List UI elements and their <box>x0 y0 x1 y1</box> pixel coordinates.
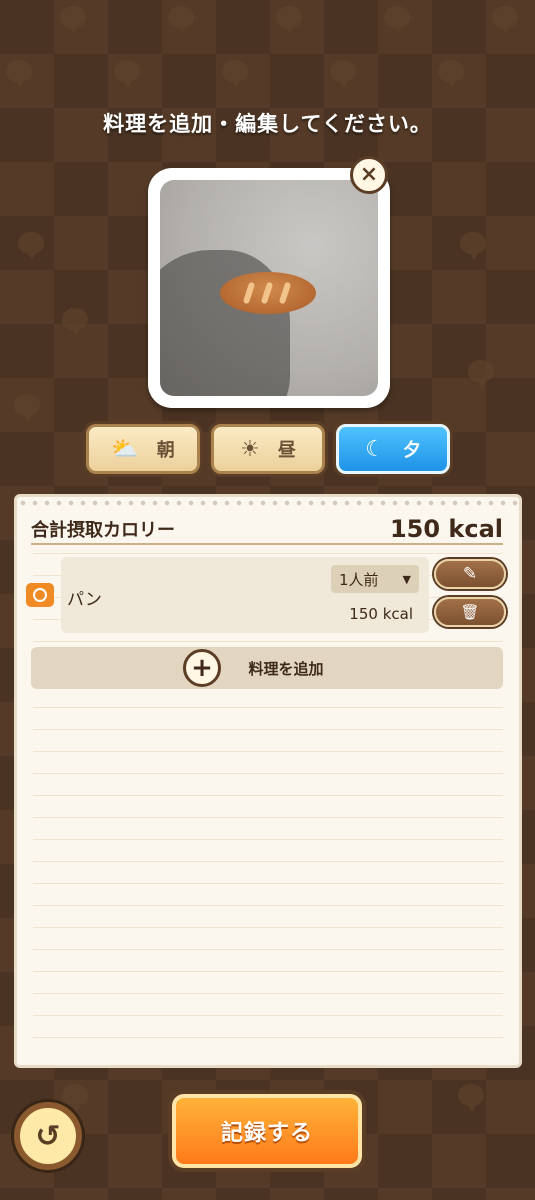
edit-item-button[interactable]: ✎ <box>434 559 506 589</box>
meal-panel: 合計摂取カロリー 150 kcal パン 1人前 ▼ 150 kcal ✎ 🗑 … <box>14 494 522 1068</box>
total-calories-row: 合計摂取カロリー 150 kcal <box>31 515 503 545</box>
moon-icon: ☾ <box>365 436 385 462</box>
pencil-icon: ✎ <box>462 564 478 584</box>
trash-icon: 🗑 <box>460 603 480 621</box>
camera-icon[interactable] <box>26 583 54 607</box>
food-photo-frame[interactable] <box>148 168 390 408</box>
tab-dinner[interactable]: ☾ 夕 <box>336 424 450 474</box>
close-icon: × <box>359 162 379 187</box>
tab-lunch-label: 昼 <box>277 440 296 461</box>
delete-item-button[interactable]: 🗑 <box>434 597 506 627</box>
page-instruction: 料理を追加・編集してください。 <box>103 112 432 136</box>
add-dish-button[interactable]: + 料理を追加 <box>31 647 503 689</box>
record-button-label: 記録する <box>220 1121 313 1146</box>
record-button[interactable]: 記録する <box>172 1094 362 1168</box>
tab-breakfast[interactable]: ⛅ 朝 <box>86 424 200 474</box>
portion-value: 1人前 <box>339 570 379 589</box>
back-arrow-icon: ↺ <box>35 1118 61 1154</box>
add-dish-label: 料理を追加 <box>248 659 324 678</box>
food-item-name: パン <box>67 590 102 610</box>
remove-photo-button[interactable]: × <box>350 156 388 194</box>
tab-breakfast-label: 朝 <box>156 440 175 461</box>
tab-lunch[interactable]: ☀ 昼 <box>211 424 325 474</box>
tab-dinner-label: 夕 <box>402 440 421 461</box>
food-item-kcal: 150 kcal <box>349 605 413 623</box>
total-calories-value: 150 kcal <box>389 515 503 543</box>
plus-icon: + <box>183 649 221 687</box>
sunrise-icon: ⛅ <box>111 436 139 462</box>
bread-image <box>220 272 316 314</box>
back-button[interactable]: ↺ <box>14 1102 82 1170</box>
total-calories-label: 合計摂取カロリー <box>31 520 175 541</box>
chevron-down-icon: ▼ <box>402 572 411 586</box>
sun-icon: ☀ <box>240 436 260 462</box>
portion-select[interactable]: 1人前 ▼ <box>331 565 419 593</box>
food-photo <box>160 180 378 396</box>
